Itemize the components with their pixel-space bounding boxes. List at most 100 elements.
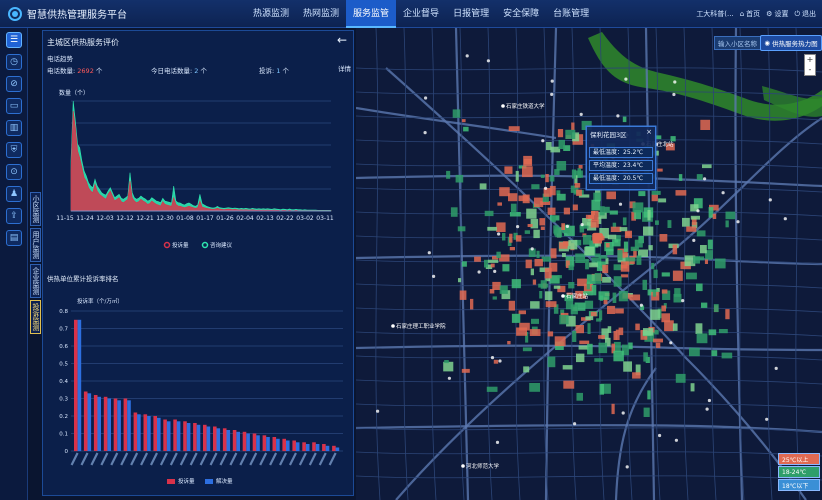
home-link[interactable]: ⌂ 首页 [740,9,760,19]
community-block [618,290,628,302]
community-block [470,298,474,310]
poi-marker [493,269,497,273]
close-icon[interactable]: × [646,128,652,136]
nav-item-safety[interactable]: 安全保障 [496,0,546,28]
rank-bar [282,438,286,452]
community-block [725,309,730,320]
community-block [524,230,530,234]
community-block [682,217,690,227]
community-block [496,222,506,232]
shield-icon[interactable]: ⛨ [6,142,22,158]
community-block [672,270,683,281]
city-map[interactable]: 石家庄铁道大学 石家庄北站 石家庄站 石家庄理工职业学院 河北师范大学 保利花园3区 ×… [356,28,822,500]
community-block [675,190,687,196]
rank-bar [292,440,296,451]
community-block [653,338,663,343]
nav-item-heat-source[interactable]: 热源监测 [246,0,296,28]
nav-item-enterprise[interactable]: 企业督导 [396,0,446,28]
community-block [461,261,467,267]
community-block [589,262,598,268]
community-block [615,308,624,314]
community-block [565,299,574,310]
tab-community[interactable]: 小区监测 [30,192,41,226]
poi-marker [530,247,534,251]
community-block [530,268,534,276]
community-block [704,259,708,264]
nav-item-heat-network[interactable]: 热网监测 [296,0,346,28]
rank-bar [266,437,270,451]
poi-marker [465,54,469,58]
nav-item-daily-report[interactable]: 日报管理 [446,0,496,28]
community-block [518,310,526,315]
community-block [725,211,736,220]
rank-x-tick-label [169,452,178,466]
settings-link[interactable]: ⚙ 设置 [766,9,788,19]
trend-x-tick: 01-26 [216,215,234,222]
poi-marker [391,324,395,328]
building-icon[interactable]: ▥ [6,120,22,136]
community-block [502,233,506,241]
tab-user[interactable]: 用户监测 [30,228,41,262]
community-block [584,246,595,256]
zoom-in-button[interactable]: + [805,55,815,65]
eye-icon: ◉ [764,39,771,47]
poi-marker [705,407,709,411]
community-block [540,280,547,289]
community-block [598,335,605,339]
poi-marker [580,223,584,227]
details-link[interactable]: 详情 [338,63,351,73]
poi-marker [501,104,505,108]
community-block [586,274,596,284]
tab-enterprise[interactable]: 企业监测 [30,264,41,298]
community-block [479,183,487,190]
heatmap-button[interactable]: ◉ 供热服务热力图 [760,35,822,51]
rank-x-tick-label [70,452,79,466]
monitor-icon[interactable]: ▭ [6,98,22,114]
community-block [577,168,581,178]
tab-complaint[interactable]: 投诉监测 [30,300,41,334]
rank-bar [196,424,201,452]
rank-bar [137,414,141,451]
community-block [571,169,576,179]
left-sidebar: ☰ ◷ ⊘ ▭ ▥ ⛨ ⊙ ♟ ⇪ ▤ [0,28,28,500]
rank-bar [203,424,207,452]
community-block [579,340,590,345]
user-name[interactable]: 工大科普(... [696,9,733,19]
rank-y-tick: 0.2 [59,414,68,420]
gauge-icon[interactable]: ◷ [6,54,22,70]
calls-section-title: 电话趋势 [47,55,73,63]
nav-item-service[interactable]: 服务监管 [346,0,397,28]
community-block [484,210,494,217]
community-block [605,243,610,248]
logout-label: 退出 [802,10,816,18]
community-block [613,276,622,287]
rank-x-tick-label [100,452,109,466]
poi-marker [621,411,625,415]
logout-link[interactable]: ⏻ 退出 [794,9,816,19]
community-block [617,250,623,261]
zoom-out-button[interactable]: - [805,65,815,75]
rank-bar [305,444,310,451]
user-icon[interactable]: ♟ [6,186,22,202]
rank-bar [325,445,330,452]
upload-icon[interactable]: ⇪ [6,208,22,224]
rank-bar [83,391,88,451]
community-block [613,350,624,362]
thermometer-icon[interactable]: ⊙ [6,164,22,180]
community-block [690,215,700,220]
rank-y-tick: 0.6 [59,344,68,350]
rank-y-tick: 0 [65,449,69,455]
map-canvas[interactable]: 石家庄铁道大学石家庄北站石家庄站石家庄理工职业学院河北师范大学 [356,28,822,500]
community-block [582,235,592,245]
community-block [541,256,551,262]
nav-item-ledger[interactable]: 台账管理 [546,0,596,28]
menu-icon[interactable]: ☰ [6,32,22,48]
community-block [643,352,648,362]
back-arrow-icon[interactable]: ← [337,33,347,47]
temperature-legend: 25℃以上 18-24℃ 18℃以下 [778,453,820,491]
pipe-icon[interactable]: ⊘ [6,76,22,92]
community-block [725,220,729,228]
calls-label: 电话数量: [47,67,76,75]
document-icon[interactable]: ▤ [6,230,22,246]
community-block [613,331,617,340]
